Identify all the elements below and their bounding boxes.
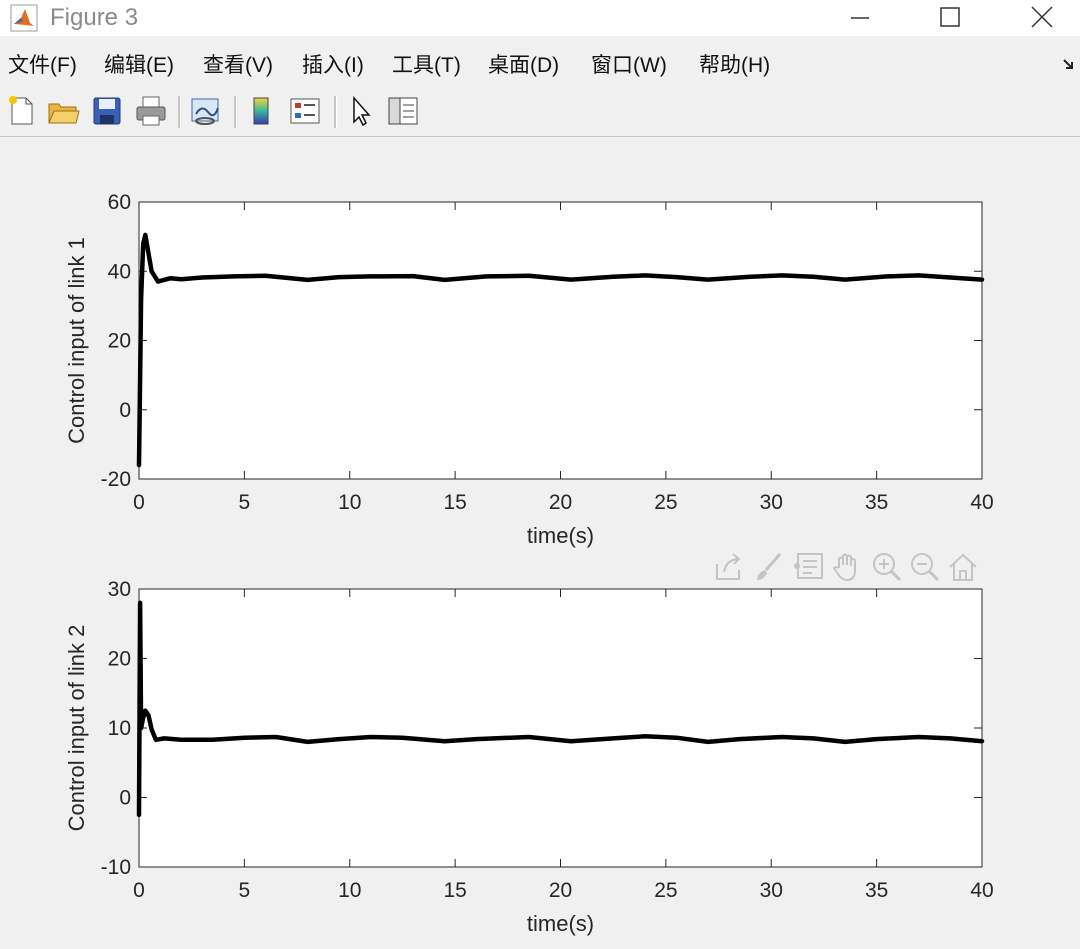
- x-tick-label: 30: [760, 879, 783, 902]
- y-tick-label: 30: [108, 578, 131, 601]
- y-tick-label: 0: [119, 399, 131, 422]
- y-tick-label: 20: [108, 330, 131, 353]
- x-tick-label: 35: [865, 879, 888, 902]
- zoom-out-icon[interactable]: [908, 550, 942, 584]
- x-tick-label: 15: [443, 879, 466, 902]
- y-tick-label: 0: [119, 787, 131, 810]
- x-tick-label: 20: [549, 491, 572, 514]
- x-tick-label: 20: [549, 879, 572, 902]
- x-tick-label: 10: [338, 879, 361, 902]
- y-axis-label: Control input of link 1: [64, 237, 89, 444]
- y-tick-label: -20: [101, 468, 131, 491]
- x-tick-label: 30: [760, 491, 783, 514]
- x-tick-label: 40: [970, 879, 993, 902]
- zoom-in-icon[interactable]: [870, 550, 904, 584]
- y-tick-label: 40: [108, 260, 131, 283]
- x-tick-label: 25: [654, 491, 677, 514]
- y-axis-label: Control input of link 2: [64, 625, 89, 832]
- x-tick-label: 10: [338, 491, 361, 514]
- y-tick-label: 20: [108, 648, 131, 671]
- home-icon[interactable]: [946, 550, 980, 584]
- brush-icon[interactable]: [752, 550, 786, 584]
- x-tick-label: 0: [133, 491, 145, 514]
- y-tick-label: 10: [108, 717, 131, 740]
- export-icon[interactable]: [712, 550, 746, 584]
- axes-2-box: [138, 588, 983, 868]
- x-tick-label: 15: [443, 491, 466, 514]
- x-tick-label: 5: [239, 879, 251, 902]
- axes-1-box: [138, 201, 983, 480]
- axes-toolbar: [712, 550, 982, 586]
- pan-icon[interactable]: [830, 550, 864, 584]
- x-axis-label: time(s): [527, 523, 594, 548]
- figure-plot: 0 5 10 15 20 25 30 35 40-200204060time(s)Control…: [64, 191, 994, 936]
- y-tick-label: -10: [101, 856, 131, 879]
- x-tick-label: 25: [654, 879, 677, 902]
- x-axis-label: time(s): [527, 911, 594, 936]
- x-tick-label: 35: [865, 491, 888, 514]
- x-tick-label: 5: [239, 491, 251, 514]
- data-tips-icon[interactable]: [792, 550, 826, 584]
- x-tick-label: 40: [970, 491, 993, 514]
- x-tick-label: 0: [133, 879, 145, 902]
- y-tick-label: 60: [108, 191, 131, 214]
